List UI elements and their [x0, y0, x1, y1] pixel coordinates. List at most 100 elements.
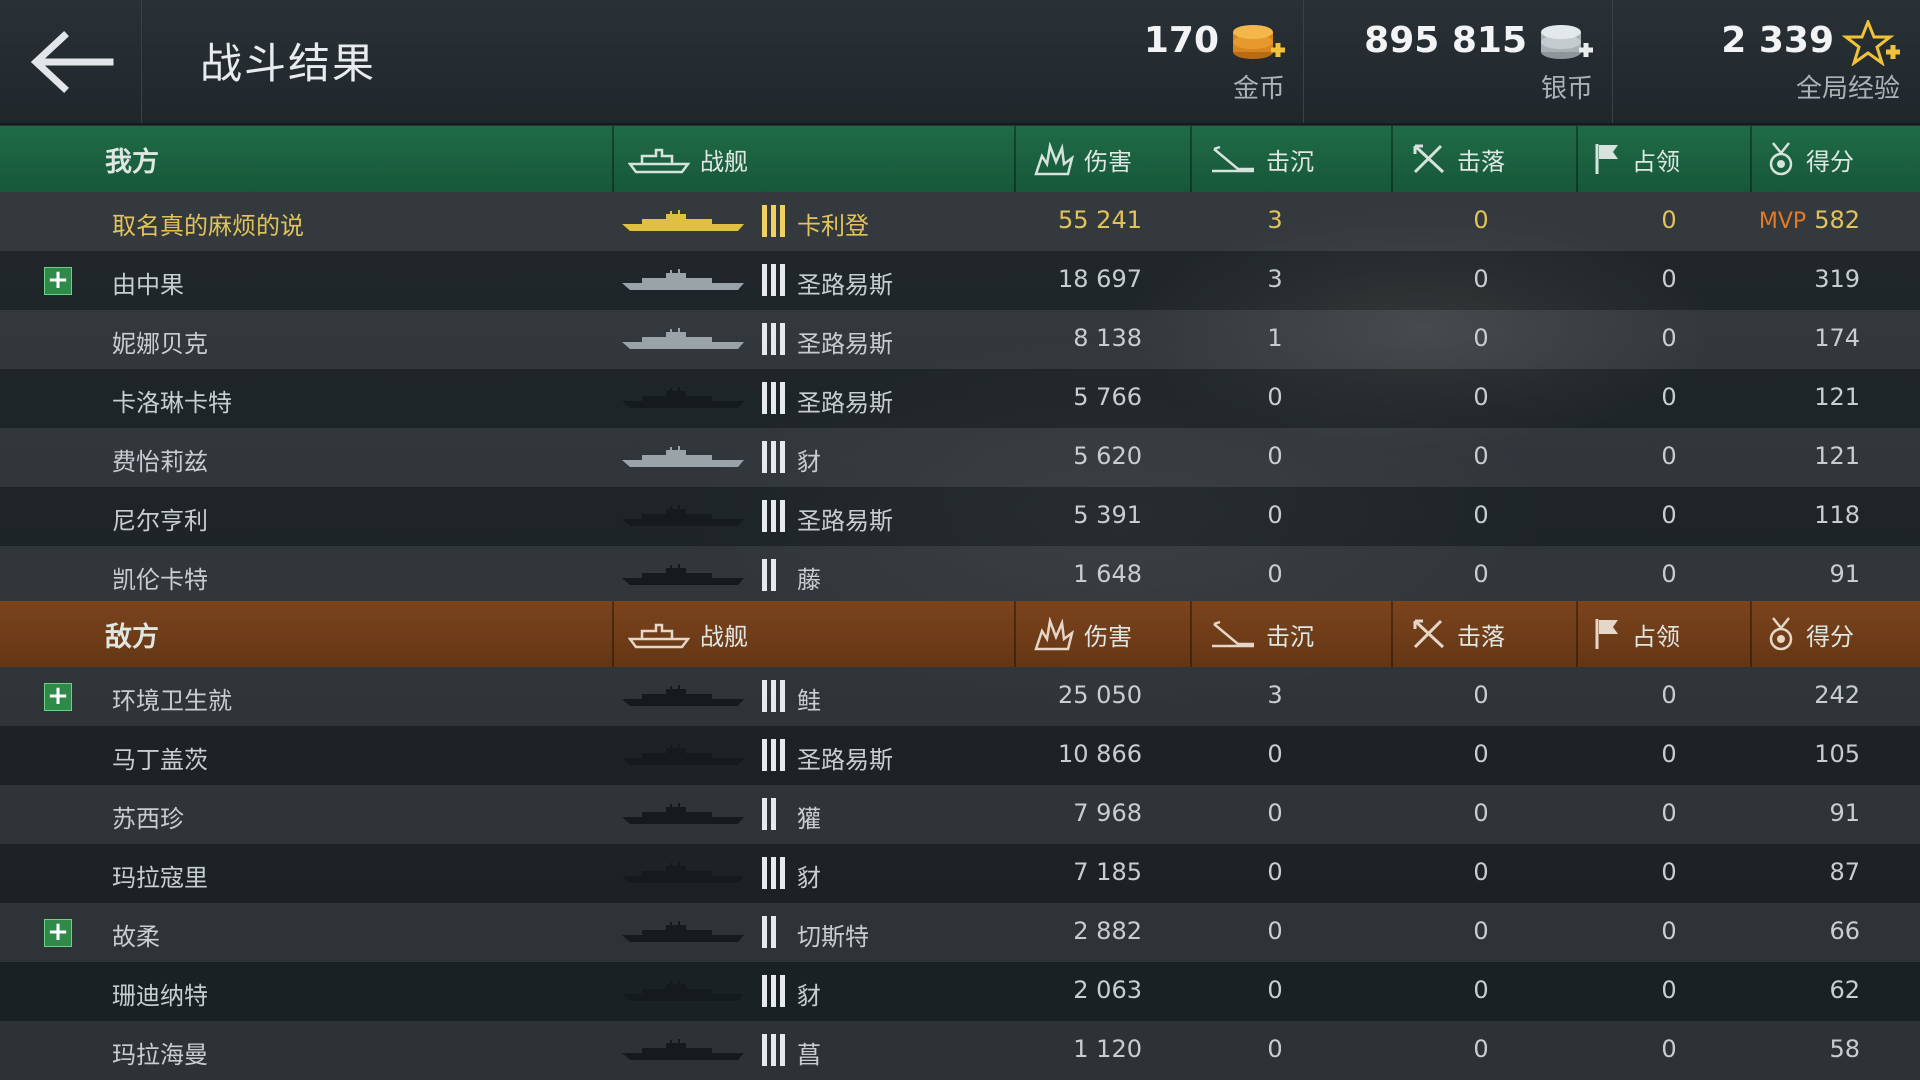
damage-value: 2 063: [1073, 976, 1142, 1004]
gold-coins-plus-icon[interactable]: [1227, 20, 1287, 66]
tier-bar: [771, 441, 776, 473]
silver-currency[interactable]: 895 815 银币: [1303, 0, 1613, 123]
tier-bar: [762, 500, 767, 532]
tier-bar: [780, 680, 785, 712]
gold-currency[interactable]: 170 金币: [1144, 0, 1305, 123]
tier-bar: [762, 205, 767, 237]
tier-bar: [780, 323, 785, 355]
silver-coins-plus-icon[interactable]: [1535, 20, 1595, 66]
player-row[interactable]: 费怡莉兹 豺 5 620 0 0 0 121: [0, 428, 1920, 487]
player-row[interactable]: 玛拉寇里 豺 7 185 0 0 0 87: [0, 844, 1920, 903]
column-ship-label: 战舰: [700, 622, 748, 651]
score-value: 582: [1814, 206, 1860, 234]
sunk-value: 0: [1267, 560, 1283, 588]
player-row[interactable]: 尼尔亨利 圣路易斯 5 391 0 0 0 118: [0, 487, 1920, 546]
damage-value: 5 620: [1073, 442, 1142, 470]
downed-value: 0: [1473, 324, 1489, 352]
capture-value: 0: [1661, 560, 1677, 588]
player-name: 取名真的麻烦的说: [112, 212, 304, 240]
column-sunk-label: 击沉: [1266, 147, 1314, 176]
column-ship[interactable]: 战舰: [612, 601, 1014, 667]
back-button[interactable]: [0, 0, 142, 123]
player-name: 凯伦卡特: [112, 566, 208, 594]
tier-bars-icon: [762, 857, 785, 889]
player-row[interactable]: 妮娜贝克 圣路易斯 8 138 1 0 0 174: [0, 310, 1920, 369]
player-name: 费怡莉兹: [112, 448, 208, 476]
damage-value: 10 866: [1058, 740, 1142, 768]
column-downed-label: 击落: [1457, 622, 1505, 651]
star-plus-icon[interactable]: [1842, 20, 1902, 66]
downed-value: 0: [1473, 442, 1489, 470]
player-row[interactable]: 珊迪纳特 豺 2 063 0 0 0 62: [0, 962, 1920, 1021]
enemy-team-label: 敌方: [105, 621, 159, 653]
tier-bar: [762, 857, 767, 889]
top-bar: 战斗结果 170 金币 895 815 银币 2 339 全局经验: [0, 0, 1920, 125]
add-friend-plus-icon[interactable]: +: [44, 267, 72, 295]
score-value: 105: [1814, 740, 1860, 768]
ship-silhouette-icon: [622, 1039, 744, 1060]
add-friend-plus-icon[interactable]: +: [44, 919, 72, 947]
tier-bars-icon: [762, 264, 785, 296]
column-capture[interactable]: 占领: [1576, 126, 1750, 192]
player-row[interactable]: + 由中果 圣路易斯 18 697 3 0 0 319: [0, 251, 1920, 310]
column-downed[interactable]: 击落: [1391, 601, 1576, 667]
ship-name: 圣路易斯: [797, 507, 893, 535]
add-friend-plus-icon[interactable]: +: [44, 683, 72, 711]
player-row[interactable]: 取名真的麻烦的说 卡利登 55 241 3 0 0 MVP 582: [0, 192, 1920, 251]
score-cell: 174: [1700, 324, 1860, 352]
tier-bar: [762, 323, 767, 355]
damage-value: 8 138: [1073, 324, 1142, 352]
column-sunk[interactable]: 击沉: [1190, 601, 1391, 667]
ship-silhouette-icon: [622, 210, 744, 231]
score-value: 62: [1829, 976, 1860, 1004]
ship-name: 獾: [797, 805, 821, 833]
score-cell: 121: [1700, 442, 1860, 470]
score-value: 121: [1814, 383, 1860, 411]
arrow-left-icon: [30, 30, 113, 93]
downed-value: 0: [1473, 560, 1489, 588]
column-damage[interactable]: 伤害: [1014, 126, 1190, 192]
tier-bar: [762, 798, 767, 830]
player-row[interactable]: + 环境卫生就 鲑 25 050 3 0 0 242: [0, 667, 1920, 726]
damage-value: 18 697: [1058, 265, 1142, 293]
capture-value: 0: [1661, 206, 1677, 234]
player-name: 马丁盖茨: [112, 746, 208, 774]
global-xp-currency[interactable]: 2 339 全局经验: [1612, 0, 1920, 123]
column-score[interactable]: 得分: [1750, 126, 1920, 192]
enemy-player-list: + 环境卫生就 鲑 25 050 3 0 0 242 马丁盖茨 圣路易斯 10 866 0 0 0 105 苏…: [0, 667, 1920, 1080]
player-row[interactable]: 马丁盖茨 圣路易斯 10 866 0 0 0 105: [0, 726, 1920, 785]
score-cell: MVP 582: [1700, 206, 1860, 234]
tier-bars-icon: [762, 680, 785, 712]
capture-value: 0: [1661, 383, 1677, 411]
tier-bar: [762, 739, 767, 771]
column-capture[interactable]: 占领: [1576, 601, 1750, 667]
downed-value: 0: [1473, 976, 1489, 1004]
player-row[interactable]: + 故柔 切斯特 2 882 0 0 0 66: [0, 903, 1920, 962]
ship-name: 切斯特: [797, 923, 869, 951]
column-score[interactable]: 得分: [1750, 601, 1920, 667]
player-row[interactable]: 凯伦卡特 藤 1 648 0 0 0 91: [0, 546, 1920, 605]
column-ship[interactable]: 战舰: [612, 126, 1014, 192]
tier-bar: [771, 857, 776, 889]
tier-bar: [771, 382, 776, 414]
player-row[interactable]: 玛拉海曼 菖 1 120 0 0 0 58: [0, 1021, 1920, 1080]
gold-label: 金币: [1232, 74, 1285, 104]
column-score-label: 得分: [1806, 147, 1854, 176]
tier-bar: [771, 798, 776, 830]
column-sunk[interactable]: 击沉: [1190, 126, 1391, 192]
column-damage[interactable]: 伤害: [1014, 601, 1190, 667]
tier-bar: [771, 680, 776, 712]
ship-silhouette-icon: [622, 685, 744, 706]
player-row[interactable]: 苏西珍 獾 7 968 0 0 0 91: [0, 785, 1920, 844]
score-cell: 91: [1700, 799, 1860, 827]
medal-icon: [1769, 617, 1793, 651]
tier-bar: [780, 1034, 785, 1066]
player-row[interactable]: 卡洛琳卡特 圣路易斯 5 766 0 0 0 121: [0, 369, 1920, 428]
column-downed[interactable]: 击落: [1391, 126, 1576, 192]
tier-bars-icon: [762, 323, 785, 355]
player-name: 玛拉海曼: [112, 1041, 208, 1069]
downed-value: 0: [1473, 1035, 1489, 1063]
score-cell: 319: [1700, 265, 1860, 293]
tier-bar: [780, 975, 785, 1007]
tier-bar: [780, 205, 785, 237]
